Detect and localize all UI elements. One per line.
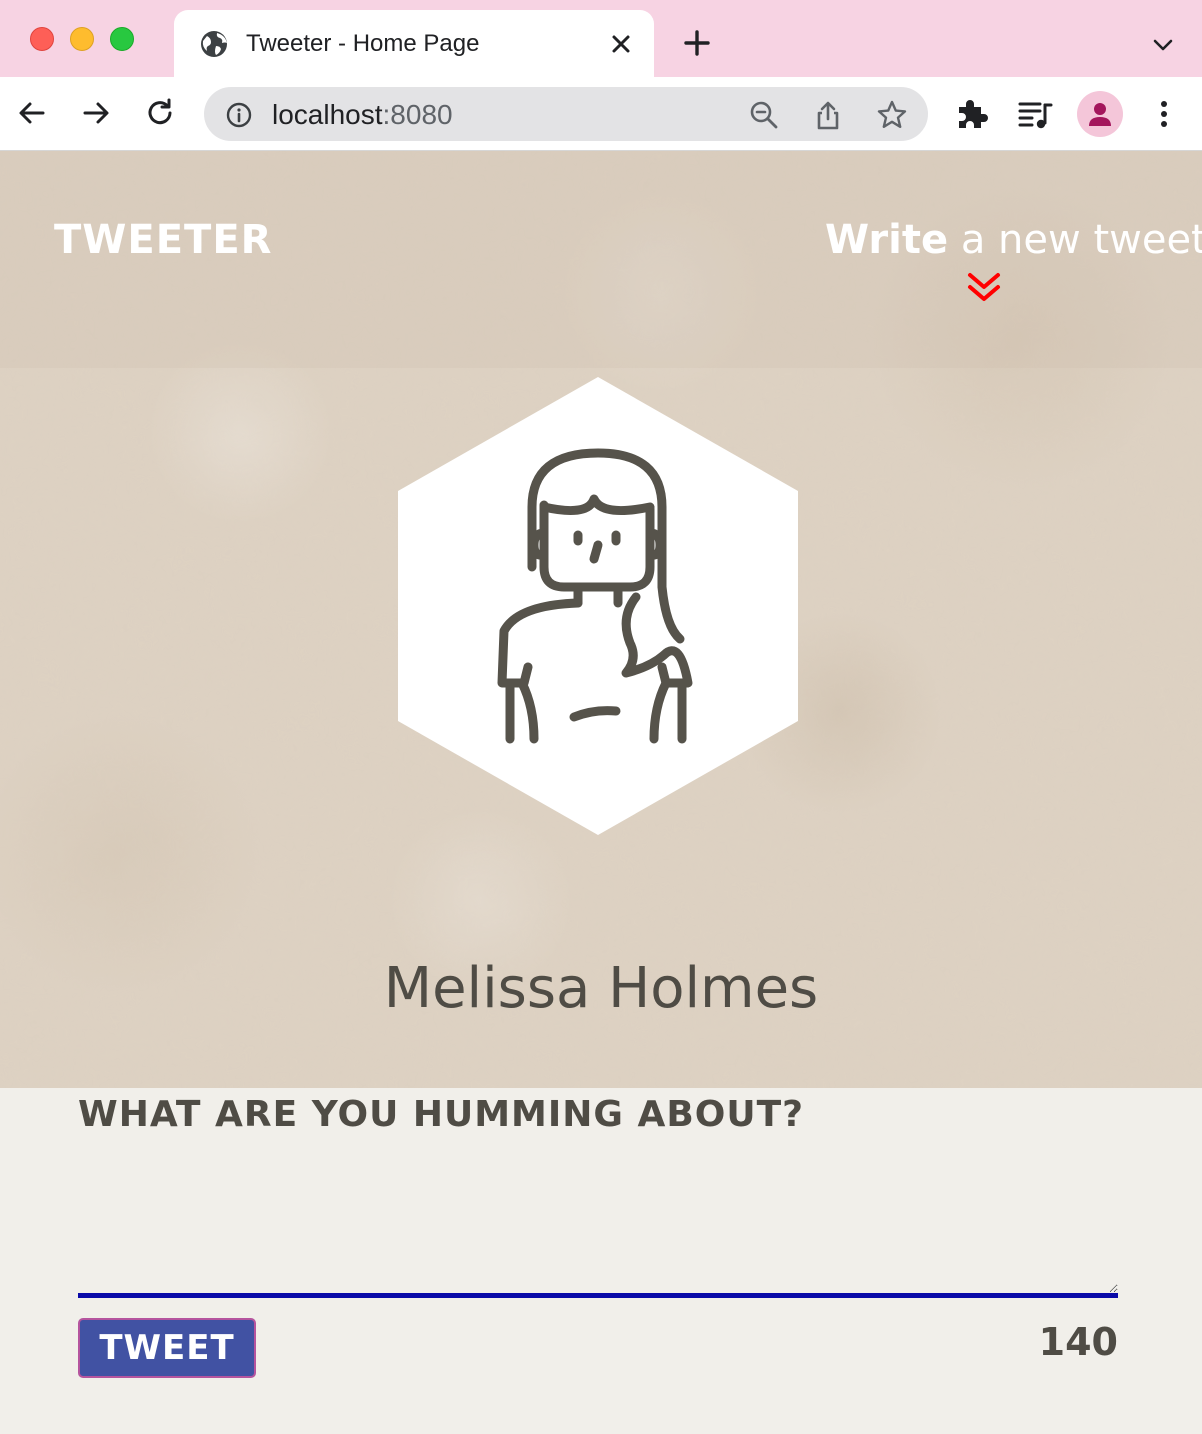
forward-icon[interactable] — [78, 95, 114, 131]
browser-toolbar: localhost:8080 — [0, 77, 1202, 151]
tab-title: Tweeter - Home Page — [246, 30, 480, 57]
window-close-button[interactable] — [30, 27, 54, 51]
tab-close-icon[interactable] — [606, 29, 636, 59]
media-queue-icon[interactable] — [1016, 95, 1054, 133]
extensions-icon[interactable] — [953, 95, 991, 133]
url-host: localhost — [272, 99, 383, 130]
web-page: Tweeter Write a new tweet — [0, 151, 1202, 1434]
tweet-submit-button[interactable]: Tweet — [78, 1318, 256, 1378]
browser-tab-bar: Tweeter - Home Page — [0, 0, 1202, 77]
globe-icon — [201, 31, 227, 57]
new-tab-icon[interactable] — [680, 26, 714, 60]
url-port: :8080 — [382, 99, 453, 130]
double-chevron-down-icon[interactable] — [966, 269, 1002, 305]
compose-link-strong: Write — [825, 217, 949, 263]
window-minimize-button[interactable] — [70, 27, 94, 51]
reload-icon[interactable] — [142, 95, 178, 131]
character-counter: 140 — [1038, 1320, 1118, 1364]
address-bar[interactable]: localhost:8080 — [204, 87, 928, 141]
profile-icon — [1089, 103, 1111, 126]
back-icon[interactable] — [14, 95, 50, 131]
browser-tab[interactable]: Tweeter - Home Page — [174, 10, 654, 77]
woman-avatar-icon — [398, 377, 798, 835]
url-text[interactable]: localhost:8080 — [272, 99, 453, 131]
chevron-down-icon[interactable] — [1148, 30, 1178, 60]
tweet-textarea[interactable] — [78, 1150, 1118, 1298]
window-maximize-button[interactable] — [110, 27, 134, 51]
tweet-prompt-label: What are you humming about? — [78, 1094, 805, 1135]
write-tweet-link[interactable]: Write a new tweet — [825, 217, 1202, 263]
bookmark-star-icon[interactable] — [876, 99, 908, 131]
site-logo[interactable]: Tweeter — [54, 217, 272, 263]
profile-header: Tweeter Write a new tweet — [0, 151, 1202, 1088]
zoom-icon[interactable] — [748, 99, 780, 131]
compose-link-rest: a new tweet — [948, 217, 1202, 263]
new-tweet-form: What are you humming about? Tweet 140 — [0, 1088, 1202, 1434]
info-icon[interactable] — [224, 100, 254, 130]
profile-button[interactable] — [1077, 91, 1123, 137]
kebab-menu-icon[interactable] — [1145, 95, 1183, 133]
profile-name: Melissa Holmes — [383, 956, 819, 1021]
share-icon[interactable] — [812, 99, 844, 131]
